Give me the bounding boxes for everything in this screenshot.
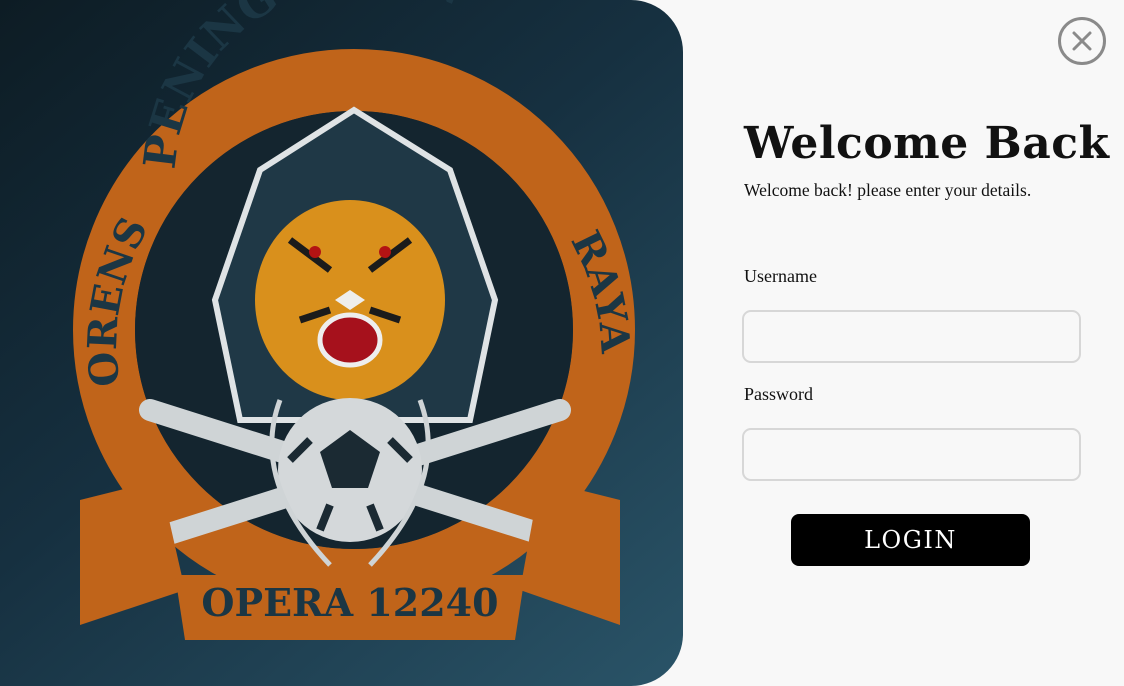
username-label: Username: [744, 266, 817, 286]
tiger-head: [255, 200, 445, 400]
crest-banner-text: OPERA 12240: [201, 580, 498, 625]
password-label: Password: [744, 384, 814, 404]
welcome-subtitle: Welcome back! please enter your details.: [744, 180, 1032, 200]
password-input[interactable]: [742, 428, 1081, 481]
club-crest-logo: PENINGGARAN ORENS RAYA: [73, 0, 639, 640]
username-input[interactable]: [742, 310, 1081, 363]
login-button[interactable]: LOGIN: [791, 514, 1030, 566]
logo-panel: PENINGGARAN ORENS RAYA: [0, 0, 683, 686]
close-button[interactable]: [1058, 17, 1106, 65]
close-icon: [1072, 31, 1092, 51]
soccer-ball: [278, 398, 422, 542]
welcome-title: Welcome Back: [744, 118, 1110, 169]
login-modal: PENINGGARAN ORENS RAYA: [0, 0, 1124, 686]
